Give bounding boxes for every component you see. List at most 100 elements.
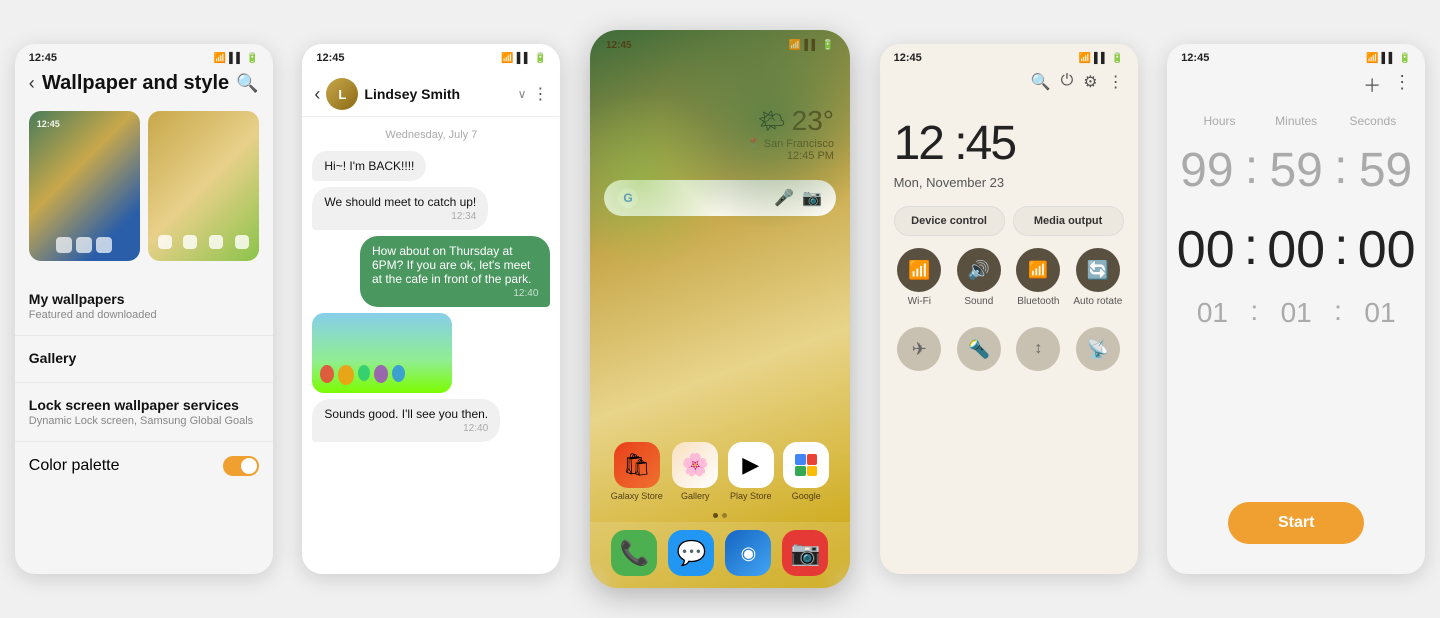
- more-timer-icon[interactable]: ⋮: [1393, 72, 1411, 98]
- top-minutes[interactable]: 59: [1260, 143, 1332, 198]
- app-play-store[interactable]: ▶ Play Store: [728, 442, 774, 501]
- back-icon[interactable]: ‹: [29, 73, 35, 94]
- my-wallpapers-title: My wallpapers: [29, 291, 259, 307]
- gallery-label: Gallery: [681, 491, 710, 501]
- app-google[interactable]: Google: [783, 442, 829, 501]
- time-home: 12:45: [606, 40, 632, 51]
- qs-tile-flashlight[interactable]: 🔦: [953, 327, 1005, 371]
- bottom-seconds[interactable]: 01: [1344, 297, 1416, 329]
- settings-icon-qs[interactable]: ⚙: [1083, 72, 1097, 92]
- more-icon-qs[interactable]: ⋮: [1108, 72, 1124, 92]
- dot-2: [722, 513, 727, 518]
- dock-camera[interactable]: 📷: [782, 530, 828, 576]
- menu-section-wallpaper: My wallpapers Featured and downloaded Ga…: [15, 269, 273, 574]
- lock-screen-title: Lock screen wallpaper services: [29, 397, 259, 413]
- autorotate-tile-icon: 🔄: [1076, 248, 1120, 292]
- dock-row: 📞 💬 ◉ 📷: [590, 522, 850, 588]
- app-galaxy-store[interactable]: 🛍 Galaxy Store: [611, 442, 663, 501]
- messages-body: Hi~! I'm BACK!!!! We should meet to catc…: [302, 147, 560, 574]
- header-bar-wallpaper: ‹ Wallpaper and style 🔍: [15, 68, 273, 103]
- sound-tile-label: Sound: [964, 296, 993, 307]
- signal-icon-timer: ▌▌: [1382, 53, 1396, 64]
- status-icons-timer: 📶 ▌▌ 🔋: [1366, 52, 1411, 64]
- qs-tile-datasaver[interactable]: ↕: [1013, 327, 1065, 371]
- page-title-wallpaper: Wallpaper and style: [42, 72, 229, 95]
- msg-time-5: 12:40: [324, 423, 488, 434]
- quick-settings-panel: 12:45 📶 ▌▌ 🔋 🔍 ⏻ ⚙ ⋮ 12 :45 Mon, Novembe…: [880, 44, 1138, 574]
- main-minutes[interactable]: 00: [1260, 220, 1332, 280]
- dock-phone[interactable]: 📞: [611, 530, 657, 576]
- battery-icon-timer: 🔋: [1399, 53, 1411, 64]
- qs-tile-bluetooth[interactable]: 📶 Bluetooth: [1013, 248, 1065, 307]
- page-dots: [590, 509, 850, 522]
- timer-header-controls: ＋ ⋮: [1167, 68, 1425, 110]
- menu-item-lock-screen[interactable]: Lock screen wallpaper services Dynamic L…: [15, 383, 273, 442]
- play-store-icon: ▶: [728, 442, 774, 488]
- bottom-hours[interactable]: 01: [1176, 297, 1248, 329]
- galaxy-store-icon: 🛍: [614, 442, 660, 488]
- status-bar-messages: 12:45 📶 ▌▌ 🔋: [302, 44, 560, 68]
- msg-time-2: 12:34: [324, 211, 476, 222]
- qs-tile-wifi[interactable]: 📶 Wi-Fi: [894, 248, 946, 307]
- menu-item-my-wallpapers[interactable]: My wallpapers Featured and downloaded: [15, 277, 273, 336]
- status-icons-wallpaper: 📶 ▌▌ 🔋: [214, 53, 259, 64]
- timer-panel: 12:45 📶 ▌▌ 🔋 ＋ ⋮ Hours Minutes Seconds 9…: [1167, 44, 1425, 574]
- wp-preview-lock[interactable]: 12:45: [29, 111, 140, 261]
- more-options-icon[interactable]: ⋮: [532, 84, 548, 104]
- timer-bottom-values: 01 : 01 : 01: [1167, 291, 1425, 335]
- top-seconds[interactable]: 59: [1350, 143, 1422, 198]
- time-timer: 12:45: [1181, 52, 1209, 64]
- qs-control-icons: 🔍 ⏻ ⚙ ⋮: [880, 68, 1138, 96]
- wp-preview-home[interactable]: [148, 111, 259, 261]
- start-button[interactable]: Start: [1228, 502, 1364, 544]
- wifi-icon: 📶: [214, 53, 226, 64]
- galaxy-store-label: Galaxy Store: [611, 491, 663, 501]
- status-icons-qs: 📶 ▌▌ 🔋: [1079, 52, 1124, 64]
- gallery-title: Gallery: [29, 350, 259, 366]
- battery-icon: 🔋: [246, 53, 258, 64]
- qs-tile-sound[interactable]: 🔊 Sound: [953, 248, 1005, 307]
- qs-tile-airplane[interactable]: ✈: [894, 327, 946, 371]
- home-screen-panel: 12:45 📶 ▌▌ 🔋 🌤 23° 📍 San Francisco 12:45…: [590, 30, 850, 588]
- wifi-icon-msg: 📶: [501, 53, 513, 64]
- color-palette-toggle[interactable]: [223, 456, 259, 476]
- dock-messages[interactable]: 💬: [668, 530, 714, 576]
- chevron-down-icon[interactable]: ∨: [518, 87, 527, 101]
- play-store-label: Play Store: [730, 491, 772, 501]
- wifi-icon-qs: 📶: [1079, 53, 1091, 64]
- menu-item-gallery[interactable]: Gallery: [15, 336, 273, 383]
- media-output-btn[interactable]: Media output: [1013, 206, 1124, 236]
- message-image-4: [312, 313, 452, 393]
- power-icon-qs[interactable]: ⏻: [1061, 72, 1074, 92]
- menu-item-color-palette[interactable]: Color palette: [15, 442, 273, 490]
- add-timer-icon[interactable]: ＋: [1363, 72, 1381, 98]
- bluetooth-tile-label: Bluetooth: [1017, 296, 1059, 307]
- qs-tiles-row2: ✈ 🔦 ↕ 📡: [880, 327, 1138, 371]
- wp-dot: [96, 237, 112, 253]
- date-label: Wednesday, July 7: [302, 117, 560, 147]
- bottom-minutes[interactable]: 01: [1260, 297, 1332, 329]
- search-icon-qs[interactable]: 🔍: [1031, 72, 1051, 92]
- top-hours[interactable]: 99: [1171, 143, 1243, 198]
- colon-2: :: [1334, 140, 1347, 201]
- status-bar-wallpaper: 12:45 📶 ▌▌ 🔋: [15, 44, 273, 68]
- contact-avatar: L: [326, 78, 358, 110]
- qs-tile-rss[interactable]: 📡: [1072, 327, 1124, 371]
- qs-tiles-row1: 📶 Wi-Fi 🔊 Sound 📶 Bluetooth 🔄 Auto rotat…: [880, 248, 1138, 319]
- main-seconds[interactable]: 00: [1351, 220, 1423, 280]
- back-icon-msg[interactable]: ‹: [314, 84, 320, 105]
- qs-tile-autorotate[interactable]: 🔄 Auto rotate: [1072, 248, 1124, 307]
- main-hours[interactable]: 00: [1170, 220, 1242, 280]
- color-palette-title: Color palette: [29, 457, 120, 475]
- app-gallery[interactable]: 🌸 Gallery: [672, 442, 718, 501]
- dock-bixby[interactable]: ◉: [725, 530, 771, 576]
- minutes-label: Minutes: [1258, 114, 1335, 128]
- status-bar-timer: 12:45 📶 ▌▌ 🔋: [1167, 44, 1425, 68]
- device-control-btn[interactable]: Device control: [894, 206, 1005, 236]
- rss-tile-icon: 📡: [1076, 327, 1120, 371]
- time-qs: 12:45: [894, 52, 922, 64]
- search-icon-wallpaper[interactable]: 🔍: [236, 73, 258, 94]
- colon-sub-1: :: [1250, 295, 1258, 331]
- wp-dot: [76, 237, 92, 253]
- message-bubble-5: Sounds good. I'll see you then. 12:40: [312, 399, 500, 442]
